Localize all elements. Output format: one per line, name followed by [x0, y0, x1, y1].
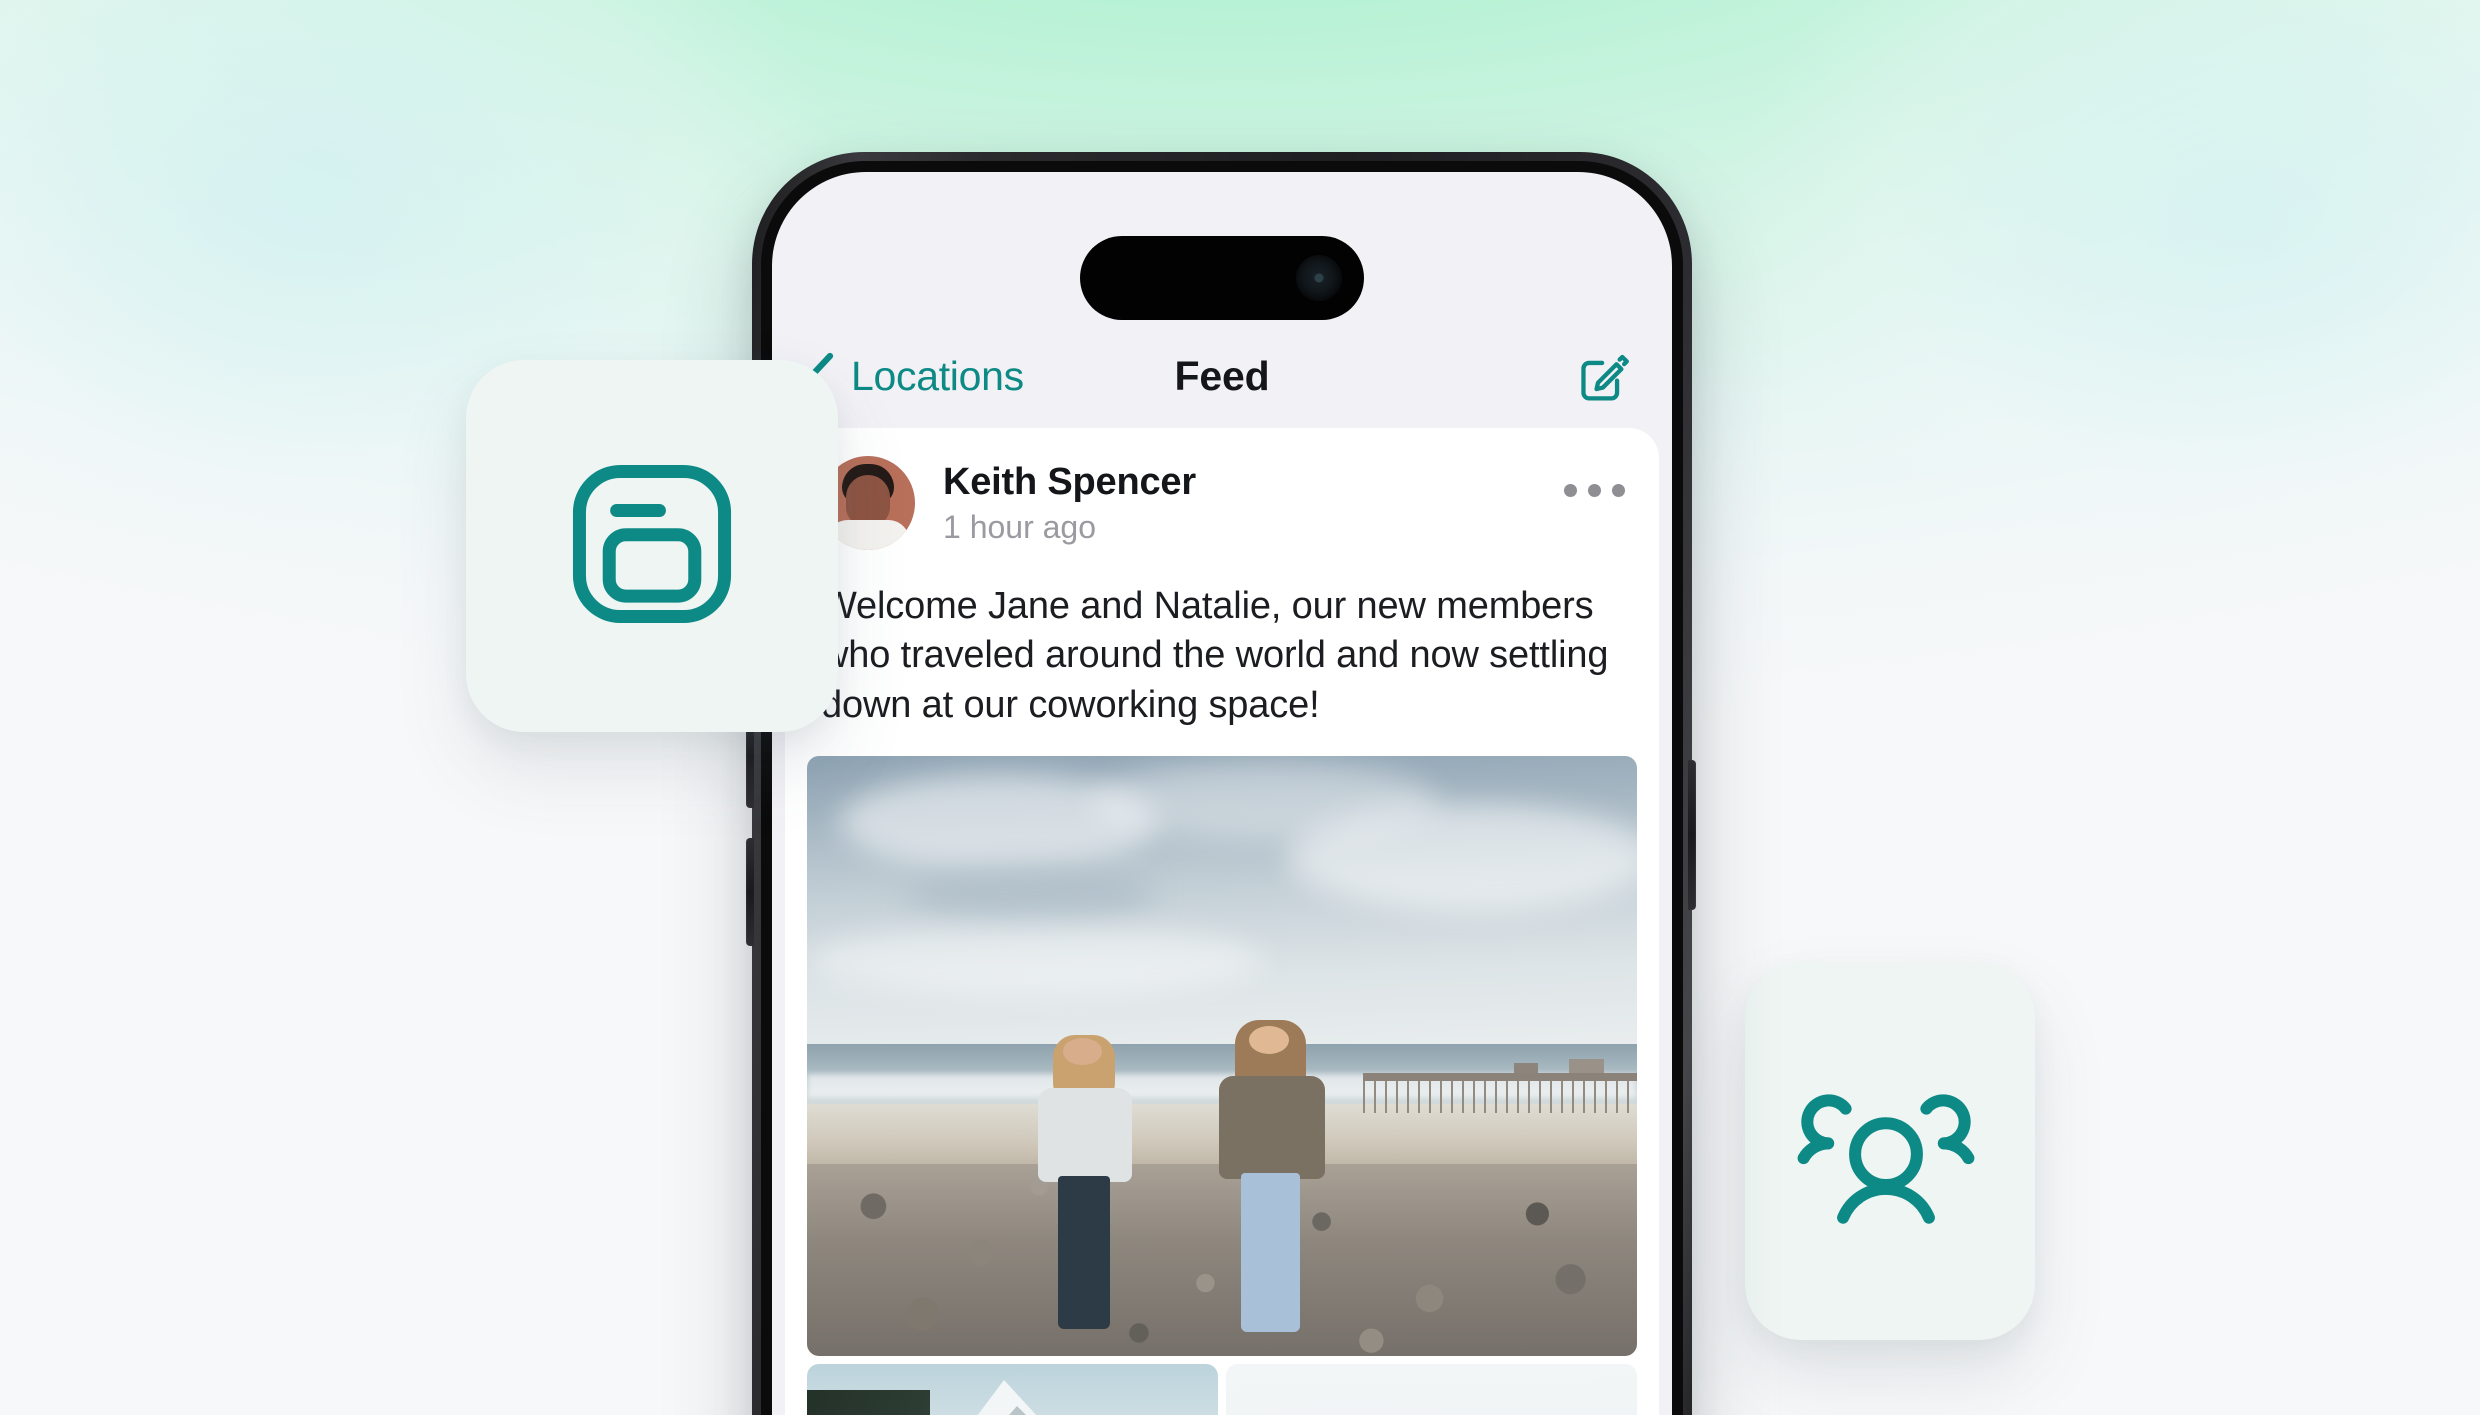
floating-card-members[interactable] [1745, 962, 2035, 1340]
cloud [906, 864, 1156, 925]
phone-screen: Locations Feed Keith Spencer 1 hour ago … [772, 172, 1672, 1415]
shirt [1218, 1076, 1325, 1180]
compose-button[interactable] [1576, 348, 1632, 404]
person-right [1205, 1019, 1338, 1338]
head [1062, 1038, 1103, 1065]
power-button[interactable] [1688, 760, 1696, 910]
pier [1363, 1059, 1637, 1114]
cloud [807, 924, 1264, 997]
iphone-device-frame: Locations Feed Keith Spencer 1 hour ago … [752, 152, 1692, 1415]
pier-pilings [1363, 1080, 1637, 1114]
post-media-gallery [785, 730, 1659, 1415]
screenshot-stage: Locations Feed Keith Spencer 1 hour ago … [0, 0, 2480, 1415]
members-group-icon [1783, 1063, 1989, 1240]
person-left [1023, 1035, 1148, 1332]
post-card: Keith Spencer 1 hour ago Welcome Jane an… [785, 428, 1659, 1415]
jeans [1057, 1176, 1110, 1330]
post-author-name[interactable]: Keith Spencer [943, 461, 1196, 504]
fog-overlay [1226, 1364, 1637, 1415]
jeans [1241, 1172, 1300, 1332]
navigation-bar: Locations Feed [772, 324, 1672, 428]
post-body-text: Welcome Jane and Natalie, our new member… [821, 585, 1609, 726]
feed-post-card-icon [559, 451, 745, 642]
feed-scroll-area[interactable]: Keith Spencer 1 hour ago Welcome Jane an… [772, 428, 1672, 1415]
cloud [1288, 804, 1637, 913]
forest-left [807, 1390, 931, 1415]
compose-icon [1576, 348, 1632, 404]
front-camera-icon [1296, 255, 1342, 301]
avatar-shirt [826, 520, 910, 550]
post-timestamp: 1 hour ago [943, 508, 1097, 545]
shirt [1037, 1088, 1133, 1183]
more-options-icon[interactable] [1564, 484, 1625, 497]
background-tint-right [1587, 0, 2480, 708]
photo-thumbnail-row [807, 1364, 1637, 1415]
dot [1564, 484, 1577, 497]
photo-foggy-bridge[interactable] [1226, 1364, 1637, 1415]
post-meta: Keith Spencer 1 hour ago [943, 461, 1196, 545]
volume-down-button[interactable] [746, 838, 754, 946]
dot [1588, 484, 1601, 497]
pier-deck [1363, 1073, 1637, 1081]
dynamic-island [1080, 236, 1364, 320]
floating-card-feed[interactable] [466, 360, 838, 732]
photo-beach-friends[interactable] [807, 756, 1637, 1357]
dot [1612, 484, 1625, 497]
ridge [946, 1405, 1097, 1415]
post-header: Keith Spencer 1 hour ago [785, 456, 1659, 550]
photo-mountain-lake[interactable] [807, 1364, 1218, 1415]
back-button-label: Locations [851, 352, 1024, 399]
